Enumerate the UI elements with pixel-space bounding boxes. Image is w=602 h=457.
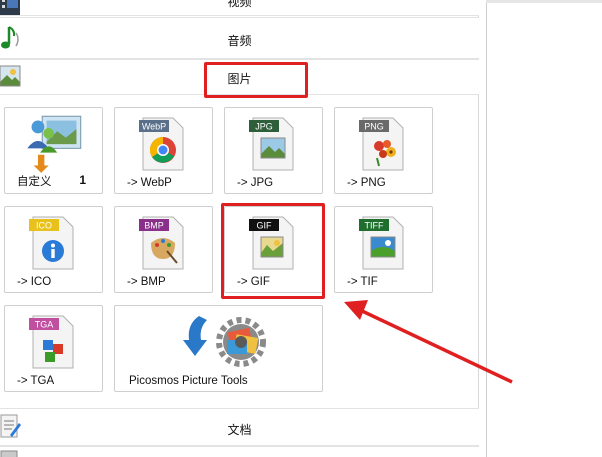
highlight-image-category [204, 62, 308, 98]
tile-png-label: -> PNG [347, 177, 386, 189]
png-file-icon: PNG [359, 117, 404, 171]
panel-divider [486, 0, 487, 457]
svg-text:WebP: WebP [142, 122, 166, 132]
tile-picosmos[interactable]: Picosmos Picture Tools [114, 305, 323, 392]
category-video[interactable]: 视频 [0, 0, 479, 16]
tile-ico-label: -> ICO [17, 276, 52, 288]
tile-png[interactable]: PNG -> PNG [334, 107, 433, 194]
category-document-label: 文档 [227, 423, 252, 437]
tile-ico[interactable]: ICO -> ICO [4, 206, 103, 293]
tile-tif[interactable]: TIFF -> TIF [334, 206, 433, 293]
tile-bmp[interactable]: BMP -> BMP [114, 206, 213, 293]
right-panel [480, 0, 602, 457]
tile-bmp-label: -> BMP [127, 276, 166, 288]
tga-file-icon: TGA [29, 315, 74, 369]
tile-tga[interactable]: TGA -> TGA [4, 305, 103, 392]
svg-text:PNG: PNG [364, 122, 384, 132]
category-document[interactable]: 文档 [0, 408, 479, 446]
category-audio[interactable]: 音频 [0, 17, 479, 59]
tile-tif-label: -> TIF [347, 276, 378, 288]
webp-file-icon: WebP [139, 117, 184, 171]
jpg-file-icon: JPG [249, 117, 294, 171]
category-next[interactable] [0, 446, 479, 457]
tile-jpg-label: -> JPG [237, 177, 274, 189]
tile-tga-label: -> TGA [17, 375, 55, 387]
tile-custom[interactable]: 自定义 1 [4, 107, 103, 194]
category-video-label: 视频 [227, 0, 252, 9]
archive-icon [0, 449, 22, 457]
tile-picosmos-label: Picosmos Picture Tools [129, 375, 248, 387]
tile-webp-label: -> WebP [127, 177, 172, 189]
picosmos-logo-icon [183, 316, 266, 367]
svg-text:JPG: JPG [255, 122, 273, 132]
svg-text:TIFF: TIFF [365, 221, 384, 231]
right-panel-header [486, 0, 602, 3]
tiff-file-icon: TIFF [359, 216, 404, 270]
tile-webp[interactable]: WebP -> WebP [114, 107, 213, 194]
highlight-gif-tile [221, 203, 325, 299]
custom-users-icon [27, 115, 82, 173]
svg-text:TGA: TGA [35, 320, 54, 330]
category-audio-label: 音频 [227, 34, 252, 48]
tile-jpg[interactable]: JPG -> JPG [224, 107, 323, 194]
svg-text:BMP: BMP [144, 221, 164, 231]
ico-file-icon: ICO [29, 216, 74, 270]
bmp-file-icon: BMP [139, 216, 184, 270]
tile-custom-count: 1 [79, 173, 86, 187]
tile-custom-label: 自定义 [17, 176, 52, 188]
svg-text:ICO: ICO [36, 221, 52, 231]
